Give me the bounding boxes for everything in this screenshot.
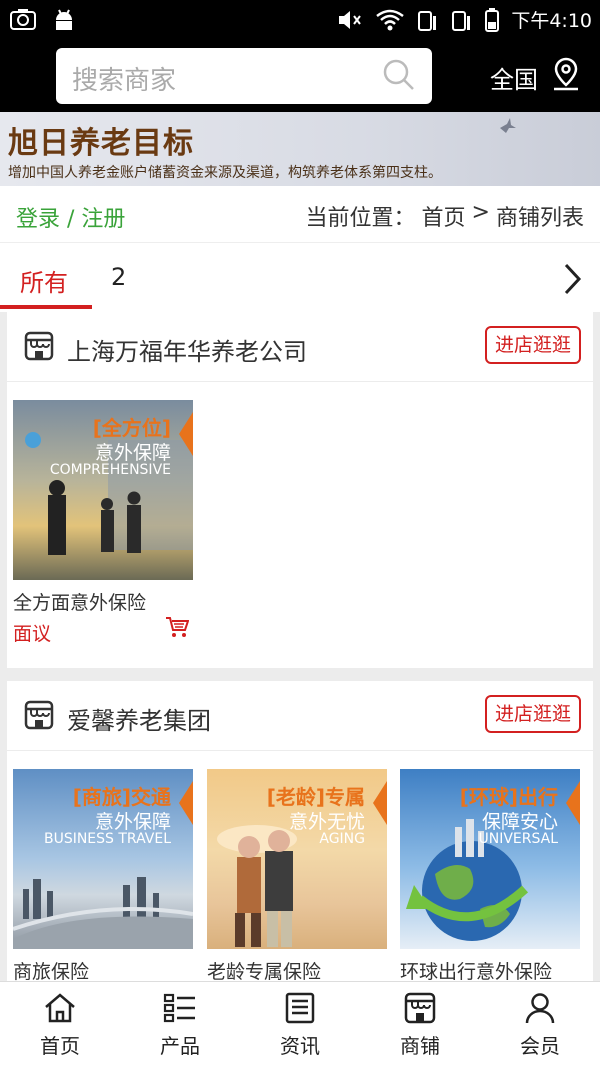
- product-name[interactable]: 老龄专属保险: [207, 957, 387, 984]
- product-card[interactable]: [环球]出行 保障安心 UNIVERSAL 环球出行意外保险: [400, 769, 580, 984]
- product-image-line: 保障安心: [481, 811, 558, 833]
- nav-label: 产品: [160, 1034, 200, 1058]
- shop-card: 上海万福年华养老公司 进店逛逛 [全方位] 意外保障 COMPREHENSIVE…: [7, 312, 593, 668]
- list-icon: [120, 992, 240, 1024]
- breadcrumb-prefix: 当前位置：: [305, 206, 416, 231]
- breadcrumb-bar: 登录 / 注册 当前位置： 首页 > 商铺列表: [0, 186, 600, 242]
- orange-tag-shape: [566, 781, 580, 825]
- nav-products[interactable]: 产品: [120, 982, 240, 1067]
- status-time: 下午4:10: [511, 10, 592, 32]
- sim1-signal-icon: [417, 8, 439, 32]
- login-register-link[interactable]: 登录 / 注册: [16, 201, 125, 233]
- shop-header: 上海万福年华养老公司 进店逛逛: [7, 312, 593, 382]
- nav-shops[interactable]: 商铺: [360, 982, 480, 1067]
- product-image-en: AGING: [319, 831, 365, 847]
- enter-shop-button[interactable]: 进店逛逛: [485, 695, 581, 733]
- nav-news[interactable]: 资讯: [240, 982, 360, 1067]
- bottom-nav: 首页 产品 资讯 商铺 会员: [0, 981, 600, 1067]
- nav-label: 首页: [40, 1034, 80, 1058]
- chevron-right-icon[interactable]: [562, 263, 582, 299]
- store-icon: [23, 699, 55, 735]
- tab-2[interactable]: 2: [111, 263, 126, 291]
- product-image-en: COMPREHENSIVE: [49, 462, 171, 478]
- search-input[interactable]: 搜索商家: [56, 48, 432, 104]
- cart-icon[interactable]: [165, 616, 589, 642]
- nav-label: 商铺: [400, 1034, 440, 1058]
- product-image-tagline: [环球]出行: [459, 785, 558, 809]
- enter-shop-button[interactable]: 进店逛逛: [485, 326, 581, 364]
- product-card[interactable]: [老龄]专属 意外无忧 AGING 老龄专属保险: [207, 769, 387, 984]
- banner-subtitle: 增加中国人养老金账户储蓄资金来源及渠道，构筑养老体系第四支柱。: [8, 165, 442, 181]
- banner-title: 旭日养老目标: [8, 126, 194, 161]
- sim2-signal-icon: [451, 8, 473, 32]
- breadcrumb-separator: >: [471, 200, 490, 225]
- product-name[interactable]: 环球出行意外保险: [400, 957, 580, 984]
- user-icon: [480, 992, 600, 1024]
- product-image[interactable]: [环球]出行 保障安心 UNIVERSAL: [400, 769, 580, 949]
- promo-banner[interactable]: 旭日养老目标 增加中国人养老金账户储蓄资金来源及渠道，构筑养老体系第四支柱。: [0, 112, 600, 186]
- home-icon: [0, 992, 120, 1024]
- shop-card: 爱馨养老集团 进店逛逛 [商旅]交通 意外保障 BUSINESS TRAVEL …: [7, 681, 593, 984]
- nav-label: 资讯: [280, 1034, 320, 1058]
- region-selector[interactable]: 全国: [490, 60, 538, 95]
- nav-home[interactable]: 首页: [0, 982, 120, 1067]
- product-image-tagline: [老龄]专属: [266, 785, 365, 809]
- orange-tag-shape: [179, 781, 193, 825]
- orange-tag-shape: [373, 781, 387, 825]
- wifi-icon: [375, 8, 405, 32]
- breadcrumb-current: 商铺列表: [495, 206, 584, 231]
- product-image-en: BUSINESS TRAVEL: [43, 831, 171, 847]
- screenshot-icon: [10, 8, 36, 32]
- product-card[interactable]: [全方位] 意外保障 COMPREHENSIVE 全方面意外保险 面议: [13, 400, 193, 646]
- top-bar: 搜索商家 全国: [0, 40, 600, 112]
- shop-name[interactable]: 上海万福年华养老公司: [67, 332, 307, 367]
- breadcrumb: 当前位置： 首页 > 商铺列表: [306, 200, 584, 232]
- product-image-en: UNIVERSAL: [478, 831, 558, 847]
- android-icon: [52, 8, 76, 32]
- nav-label: 会员: [520, 1034, 560, 1058]
- product-image-line: 意外无忧: [288, 811, 365, 833]
- product-image[interactable]: [全方位] 意外保障 COMPREHENSIVE: [13, 400, 193, 580]
- orange-tag-shape: [179, 412, 193, 456]
- product-image-line: 意外保障: [94, 811, 171, 833]
- store-icon: [23, 330, 55, 366]
- shop-header: 爱馨养老集团 进店逛逛: [7, 681, 593, 751]
- product-card[interactable]: [商旅]交通 意外保障 BUSINESS TRAVEL 商旅保险: [13, 769, 193, 984]
- bird-icon: [498, 116, 518, 140]
- location-pin-icon[interactable]: [550, 56, 582, 96]
- battery-icon: [485, 7, 500, 32]
- breadcrumb-home[interactable]: 首页: [422, 200, 466, 232]
- news-icon: [240, 992, 360, 1024]
- product-image-line: 意外保障: [94, 442, 171, 464]
- product-image-tagline: [商旅]交通: [72, 785, 171, 809]
- status-bar: 下午4:10: [0, 0, 600, 40]
- store-icon: [360, 992, 480, 1024]
- tab-all[interactable]: 所有: [20, 263, 68, 298]
- search-placeholder: 搜索商家: [72, 66, 177, 96]
- product-name[interactable]: 全方面意外保险: [13, 588, 193, 615]
- search-icon[interactable]: [382, 58, 416, 96]
- shop-name[interactable]: 爱馨养老集团: [67, 701, 211, 736]
- category-tabs: 所有 2: [0, 242, 600, 312]
- product-name[interactable]: 商旅保险: [13, 957, 193, 984]
- product-image[interactable]: [老龄]专属 意外无忧 AGING: [207, 769, 387, 949]
- active-tab-indicator: [0, 305, 92, 309]
- mute-icon: [337, 8, 363, 32]
- product-image-tagline: [全方位]: [92, 416, 171, 440]
- product-image[interactable]: [商旅]交通 意外保障 BUSINESS TRAVEL: [13, 769, 193, 949]
- nav-member[interactable]: 会员: [480, 982, 600, 1067]
